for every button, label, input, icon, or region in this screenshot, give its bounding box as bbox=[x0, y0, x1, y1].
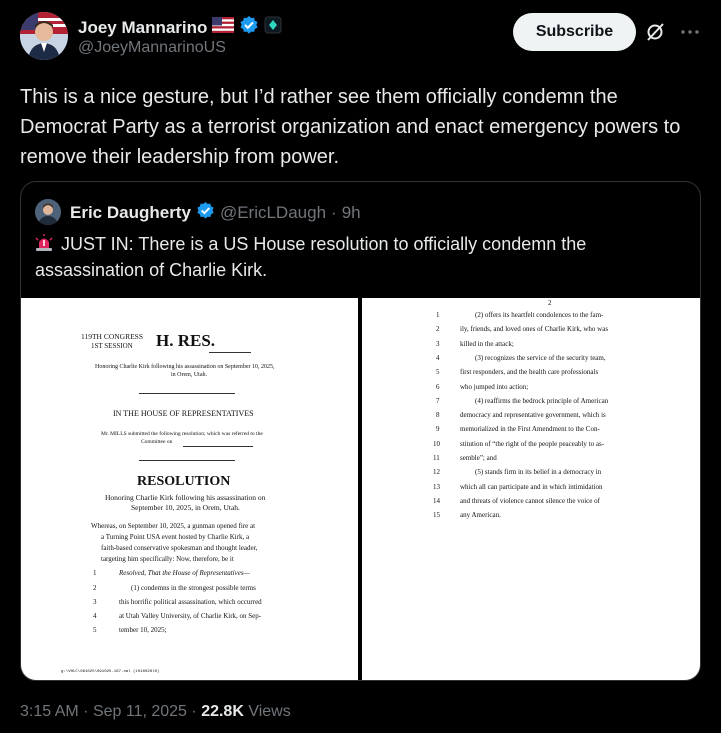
whereas-line-1: Whereas, on September 10, 2025, a gunman… bbox=[91, 522, 256, 530]
document-page-2[interactable]: 2 1 (2) offers its heartfelt condolences … bbox=[362, 298, 700, 680]
quote-author-name[interactable]: Eric Daugherty bbox=[70, 203, 191, 223]
tweet-text: This is a nice gesture, but I’d rather s… bbox=[20, 86, 681, 168]
quoted-tweet[interactable]: Eric Daugherty @EricLDaugh · 9h JUST IN:… bbox=[20, 181, 701, 681]
page-2-line: first responders, and the health care pr… bbox=[460, 368, 599, 377]
us-flag-icon bbox=[212, 17, 235, 38]
affiliate-badge-icon[interactable] bbox=[264, 16, 282, 39]
quote-time[interactable]: 9h bbox=[342, 203, 361, 223]
siren-icon bbox=[35, 233, 53, 251]
grok-icon[interactable] bbox=[644, 20, 668, 44]
line-number: 8 bbox=[436, 411, 440, 420]
page-2-line: and threats of violence cannot silence t… bbox=[460, 496, 600, 505]
quote-separator: · bbox=[331, 203, 337, 222]
author-name-row[interactable]: Joey Mannarino bbox=[78, 15, 282, 40]
page-2-line: which all can participate and in which i… bbox=[460, 482, 603, 491]
line-number: 10 bbox=[433, 439, 440, 448]
author-name[interactable]: Joey Mannarino bbox=[78, 18, 207, 38]
whereas-line-3: faith-based conservative spokesman and t… bbox=[101, 544, 258, 552]
subtitle-line-1: Honoring Charlie Kirk following his assa… bbox=[95, 364, 275, 370]
views-label: Views bbox=[248, 703, 291, 720]
tweet-date[interactable]: Sep 11, 2025 bbox=[93, 703, 187, 720]
hres-title: H. RES. bbox=[156, 331, 216, 350]
page-2-line: semble”; and bbox=[460, 454, 497, 462]
page-2-line: democracy and representative government,… bbox=[460, 411, 606, 420]
meta-separator: · bbox=[191, 703, 197, 720]
page-2-line: (3) recognizes the service of the securi… bbox=[475, 353, 606, 362]
line-number: 5 bbox=[93, 626, 97, 634]
submitted-line-2: Committee on bbox=[141, 439, 173, 445]
subtitle-line-2: in Orem, Utah. bbox=[171, 372, 207, 378]
page-2-line: who jumped into action; bbox=[460, 382, 529, 391]
session-line: 1ST SESSION bbox=[91, 342, 133, 350]
tweet-meta: 3:15 AM · Sep 11, 2025 · 22.8K Views bbox=[20, 703, 291, 721]
line-number: 11 bbox=[433, 454, 440, 462]
page-2-line: any American. bbox=[460, 511, 501, 520]
quote-author-row[interactable]: Eric Daugherty @EricLDaugh · 9h bbox=[70, 201, 361, 225]
house-heading: IN THE HOUSE OF REPRESENTATIVES bbox=[113, 409, 254, 418]
line-number: 4 bbox=[436, 353, 440, 362]
line-number: 2 bbox=[436, 325, 440, 334]
line-number: 7 bbox=[436, 396, 440, 405]
verified-icon[interactable] bbox=[239, 15, 259, 40]
line-number: 9 bbox=[436, 425, 440, 434]
honoring-line-2: September 10, 2025, in Orem, Utah. bbox=[131, 503, 240, 512]
committee-line bbox=[183, 446, 253, 447]
quote-author-avatar[interactable] bbox=[35, 199, 61, 225]
numbered-line-3: this horrific political assassination, w… bbox=[119, 598, 262, 606]
page-2-line: (4) reaffirms the bedrock principle of A… bbox=[475, 396, 609, 405]
page-2-line: memorialized in the First Amendment to t… bbox=[460, 425, 600, 434]
quote-author-handle[interactable]: @EricLDaugh bbox=[220, 203, 326, 223]
quote-avatar-image bbox=[35, 199, 61, 225]
meta-separator: · bbox=[83, 703, 89, 720]
line-number: 15 bbox=[433, 511, 440, 520]
line-number: 2 bbox=[93, 584, 97, 592]
numbered-line-1: Resolved, That the House of Representati… bbox=[119, 569, 250, 577]
resolution-heading: RESOLUTION bbox=[137, 474, 231, 489]
numbered-line-2: (1) condemns in the strongest possible t… bbox=[131, 584, 256, 592]
author-avatar[interactable] bbox=[20, 12, 68, 60]
divider-2 bbox=[139, 460, 235, 461]
whereas-line-4: targeting him specifically: Now, therefo… bbox=[101, 555, 234, 563]
line-number: 13 bbox=[433, 482, 440, 491]
tweet-time[interactable]: 3:15 AM bbox=[20, 703, 79, 720]
quote-verified-icon[interactable] bbox=[196, 201, 215, 225]
document-page-1[interactable]: 119TH CONGRESS 1ST SESSION H. RES. Honor… bbox=[21, 298, 358, 680]
quote-text-row: JUST IN: There is a US House resolution … bbox=[35, 231, 685, 283]
line-number: 1 bbox=[436, 311, 440, 319]
page-2-line: stitution of “the right of the people pe… bbox=[460, 439, 605, 448]
subscribe-button[interactable]: Subscribe bbox=[513, 13, 636, 51]
page-2-line: (2) offers its heartfelt condolences to … bbox=[475, 311, 604, 319]
more-icon[interactable] bbox=[678, 20, 702, 44]
line-number: 1 bbox=[93, 569, 97, 577]
submitted-line-1: Mr. MILLS submitted the following resolu… bbox=[101, 431, 263, 437]
doc-footer: g:\VHLC\091025\091025.167.xml (1010026l0… bbox=[61, 670, 160, 674]
line-number: 4 bbox=[93, 612, 97, 620]
page-2-line: (5) stands firm in its belief in a democ… bbox=[475, 468, 602, 477]
numbered-line-4: at Utah Valley University, of Charlie Ki… bbox=[119, 612, 262, 620]
author-handle[interactable]: @JoeyMannarinoUS bbox=[78, 39, 226, 57]
quote-text: JUST IN: There is a US House resolution … bbox=[35, 234, 587, 280]
whereas-line-2: a Turning Point USA event hosted by Char… bbox=[101, 533, 250, 541]
views-count: 22.8K bbox=[201, 703, 244, 720]
congress-line: 119TH CONGRESS bbox=[81, 332, 144, 341]
line-number: 3 bbox=[93, 598, 97, 606]
line-number: 14 bbox=[433, 496, 440, 505]
hres-number-line bbox=[209, 352, 251, 353]
line-number: 5 bbox=[436, 368, 440, 377]
page-2-line: ily, friends, and loved ones of Charlie … bbox=[460, 325, 609, 334]
divider-1 bbox=[139, 393, 235, 394]
honoring-line-1: Honoring Charlie Kirk following his assa… bbox=[105, 493, 266, 502]
page-2-line: killed in the attack; bbox=[460, 339, 514, 348]
avatar-image bbox=[20, 12, 68, 60]
line-number: 3 bbox=[436, 339, 440, 348]
line-number: 12 bbox=[433, 468, 440, 477]
page-number: 2 bbox=[548, 299, 552, 307]
line-number: 6 bbox=[436, 382, 440, 391]
numbered-line-5: tember 10, 2025; bbox=[119, 626, 167, 634]
